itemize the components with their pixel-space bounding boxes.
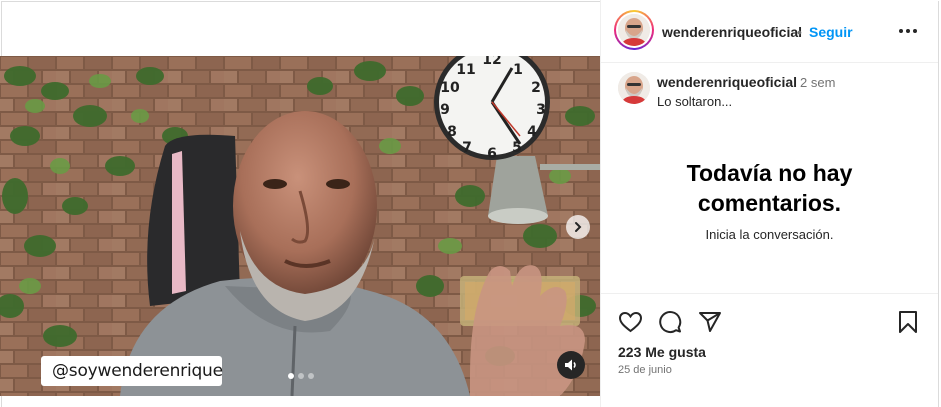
carousel-dot: [308, 373, 314, 379]
svg-text:8: 8: [447, 124, 457, 140]
follow-button[interactable]: Seguir: [809, 24, 853, 40]
svg-text:4: 4: [527, 124, 537, 140]
svg-text:11: 11: [456, 62, 475, 78]
chevron-right-icon: [575, 222, 582, 232]
caption-timestamp[interactable]: 2 sem: [800, 75, 835, 90]
heart-icon[interactable]: [618, 310, 643, 334]
caption-text: Lo soltaron...: [657, 94, 733, 109]
post-side-panel: wenderenriqueoficial • Seguir wenderenri…: [600, 0, 938, 407]
audio-toggle-button[interactable]: [557, 351, 585, 379]
no-comments-subtitle: Inicia la conversación.: [705, 227, 834, 242]
svg-text:9: 9: [440, 102, 450, 118]
story-ring[interactable]: [614, 10, 654, 50]
carousel-dot: [288, 373, 294, 379]
speaker-icon: [565, 359, 576, 371]
likes-count[interactable]: 223 Me gusta: [618, 344, 706, 360]
avatar[interactable]: [618, 14, 650, 46]
svg-text:10: 10: [440, 80, 460, 96]
svg-text:12: 12: [482, 56, 501, 68]
more-options-icon[interactable]: [899, 29, 917, 33]
post-media[interactable]: 11 12 1 234 567 8 9 10: [0, 56, 600, 396]
video-frame-image: 11121 234 567 8910: [0, 56, 600, 396]
svg-text:6: 6: [487, 146, 497, 162]
carousel-dot: [298, 373, 304, 379]
caption-username-link[interactable]: wenderenriqueoficial: [657, 74, 797, 90]
no-comments-title-line1: Todavía no hay: [686, 160, 853, 186]
share-icon[interactable]: [698, 310, 722, 334]
bookmark-icon[interactable]: [897, 310, 919, 334]
header-separator: •: [797, 24, 802, 40]
caption-avatar[interactable]: [618, 72, 650, 104]
post-header: wenderenriqueoficial • Seguir: [601, 0, 938, 63]
post-date[interactable]: 25 de junio: [618, 364, 672, 376]
post-actions: 223 Me gusta 25 de junio: [601, 293, 938, 407]
svg-text:2: 2: [531, 80, 541, 96]
carousel-next-button[interactable]: [566, 215, 590, 239]
comment-icon[interactable]: [658, 310, 682, 334]
svg-text:3: 3: [536, 102, 546, 118]
video-watermark-label: @soywenderenrique: [41, 356, 223, 386]
carousel-indicator: [288, 373, 314, 379]
svg-text:7: 7: [462, 140, 472, 156]
no-comments-title-line2: comentarios.: [697, 190, 842, 216]
avatar-image: [618, 72, 650, 104]
svg-text:1: 1: [513, 62, 523, 78]
no-comments-title: Todavía no hay comentarios.: [601, 158, 938, 218]
avatar-image: [618, 14, 650, 46]
header-username-link[interactable]: wenderenriqueoficial: [662, 24, 802, 40]
